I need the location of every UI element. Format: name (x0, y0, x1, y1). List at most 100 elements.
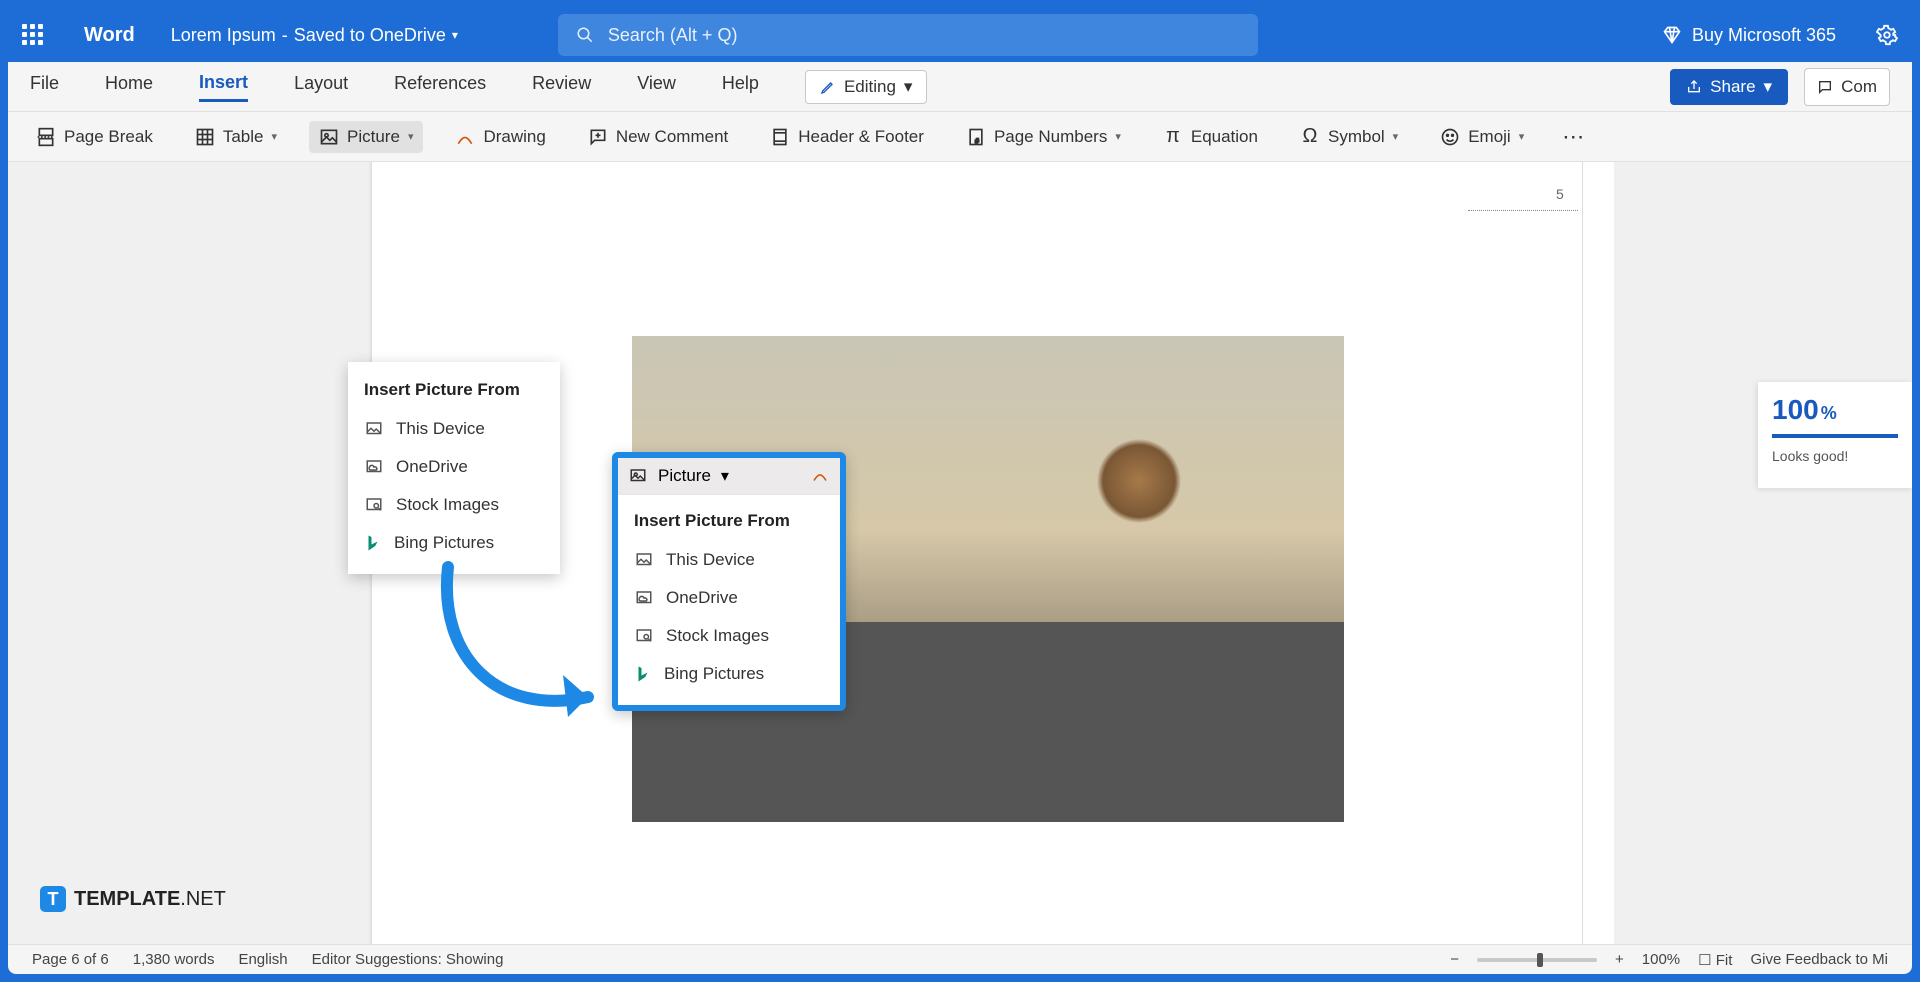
drawing-button[interactable]: Drawing (445, 121, 555, 153)
menu-item-stock-images[interactable]: Stock Images (348, 486, 560, 524)
share-button[interactable]: Share ▾ (1670, 69, 1788, 105)
save-status: Saved to OneDrive (294, 25, 446, 46)
share-icon (1686, 79, 1702, 95)
chevron-down-icon: ▾ (408, 130, 414, 143)
tab-help[interactable]: Help (722, 73, 759, 100)
callout-item-onedrive[interactable]: OneDrive (618, 579, 840, 617)
tab-file[interactable]: File (30, 73, 59, 100)
ribbon-overflow-button[interactable]: ⋯ (1562, 124, 1586, 150)
vertical-ruler[interactable] (1582, 162, 1614, 944)
document-area: 5 Insert Picture From This Device OneDri… (8, 162, 1912, 944)
app-name: Word (84, 24, 135, 47)
drawing-icon (455, 127, 475, 147)
editor-progress-bar (1772, 434, 1898, 438)
ruler-tick: 5 (1556, 186, 1564, 202)
bing-icon (634, 664, 652, 684)
chevron-down-icon: ▾ (452, 28, 458, 42)
zoom-in-button[interactable]: + (1615, 951, 1624, 968)
editor-score-value: 100 (1772, 394, 1819, 426)
settings-icon[interactable] (1876, 24, 1898, 46)
percent-sign: % (1821, 403, 1837, 424)
stock-images-icon (634, 627, 654, 645)
header-footer-button[interactable]: Header & Footer (760, 121, 934, 153)
pen-icon (820, 79, 836, 95)
fit-button[interactable]: ☐ Fit (1698, 951, 1732, 969)
stock-images-icon (364, 496, 384, 514)
onedrive-icon (634, 589, 654, 607)
tab-review[interactable]: Review (532, 73, 591, 100)
chevron-down-icon: ▾ (1764, 77, 1773, 97)
chevron-down-icon: ▾ (1115, 130, 1121, 143)
editor-suggestions[interactable]: Editor Suggestions: Showing (312, 951, 504, 968)
picture-dropdown-callout: Picture ▾ Insert Picture From This Devic… (612, 452, 846, 711)
tab-insert[interactable]: Insert (199, 72, 248, 102)
word-count[interactable]: 1,380 words (133, 951, 215, 968)
page-numbers-icon: # (966, 127, 986, 147)
table-button[interactable]: Table ▾ (185, 121, 287, 153)
callout-item-this-device[interactable]: This Device (618, 541, 840, 579)
menu-bar: File Home Insert Layout References Revie… (8, 62, 1912, 112)
comments-button[interactable]: Com (1804, 68, 1890, 106)
device-icon (634, 551, 654, 569)
editor-score-card[interactable]: 100% Looks good! (1758, 382, 1912, 488)
menu-item-this-device[interactable]: This Device (348, 410, 560, 448)
zoom-out-button[interactable]: − (1450, 951, 1459, 968)
callout-item-bing-pictures[interactable]: Bing Pictures (618, 655, 840, 693)
new-comment-button[interactable]: New Comment (578, 121, 738, 153)
zoom-level[interactable]: 100% (1642, 951, 1680, 968)
emoji-button[interactable]: Emoji ▾ (1430, 121, 1534, 153)
document-title-status[interactable]: Lorem Ipsum - Saved to OneDrive ▾ (171, 25, 458, 46)
editor-message: Looks good! (1772, 448, 1898, 464)
chevron-down-icon: ▾ (904, 77, 913, 97)
device-icon (364, 420, 384, 438)
app-launcher-icon[interactable] (22, 24, 44, 46)
menu-item-bing-pictures[interactable]: Bing Pictures (348, 524, 560, 562)
status-bar: Page 6 of 6 1,380 words English Editor S… (8, 944, 1912, 974)
zoom-slider[interactable] (1477, 958, 1597, 962)
tab-references[interactable]: References (394, 73, 486, 100)
header-footer-icon (770, 127, 790, 147)
callout-picture-button[interactable]: Picture ▾ (618, 458, 840, 495)
symbol-button[interactable]: Ω Symbol ▾ (1290, 121, 1408, 153)
page-break-icon (36, 127, 56, 147)
chevron-down-icon: ▾ (1393, 130, 1399, 143)
menu-item-onedrive[interactable]: OneDrive (348, 448, 560, 486)
chevron-down-icon: ▾ (271, 130, 277, 143)
onedrive-icon (364, 458, 384, 476)
tab-view[interactable]: View (637, 73, 676, 100)
page-break-button[interactable]: Page Break (26, 121, 163, 153)
insert-ribbon: Page Break Table ▾ Picture ▾ Drawing New… (8, 112, 1912, 162)
svg-text:#: # (975, 137, 979, 144)
table-icon (195, 127, 215, 147)
callout-heading: Insert Picture From (618, 505, 840, 541)
document-title: Lorem Ipsum (171, 25, 276, 46)
new-comment-icon (588, 127, 608, 147)
drawing-icon[interactable] (810, 467, 830, 485)
margin-guide (1468, 210, 1578, 211)
comment-icon (1817, 79, 1833, 95)
page-info[interactable]: Page 6 of 6 (32, 951, 109, 968)
symbol-icon: Ω (1300, 127, 1320, 147)
picture-icon (319, 127, 339, 147)
emoji-icon (1440, 127, 1460, 147)
feedback-link[interactable]: Give Feedback to Mi (1750, 951, 1888, 968)
equation-icon: π (1163, 127, 1183, 147)
callout-item-stock-images[interactable]: Stock Images (618, 617, 840, 655)
tab-home[interactable]: Home (105, 73, 153, 100)
equation-button[interactable]: π Equation (1153, 121, 1268, 153)
search-placeholder: Search (Alt + Q) (608, 25, 738, 46)
editing-mode-button[interactable]: Editing ▾ (805, 70, 928, 104)
picture-dropdown-menu: Insert Picture From This Device OneDrive… (348, 362, 560, 574)
template-net-watermark: T TEMPLATE.NET (40, 886, 226, 912)
buy-microsoft-365[interactable]: Buy Microsoft 365 (1662, 25, 1836, 46)
tab-layout[interactable]: Layout (294, 73, 348, 100)
search-box[interactable]: Search (Alt + Q) (558, 14, 1258, 56)
chevron-down-icon: ▾ (721, 466, 729, 486)
page-numbers-button[interactable]: # Page Numbers ▾ (956, 121, 1131, 153)
bing-icon (364, 533, 382, 553)
title-bar: Word Lorem Ipsum - Saved to OneDrive ▾ S… (8, 8, 1912, 62)
language[interactable]: English (238, 951, 287, 968)
diamond-icon (1662, 25, 1682, 45)
picture-icon (628, 467, 648, 485)
picture-button[interactable]: Picture ▾ (309, 121, 423, 153)
